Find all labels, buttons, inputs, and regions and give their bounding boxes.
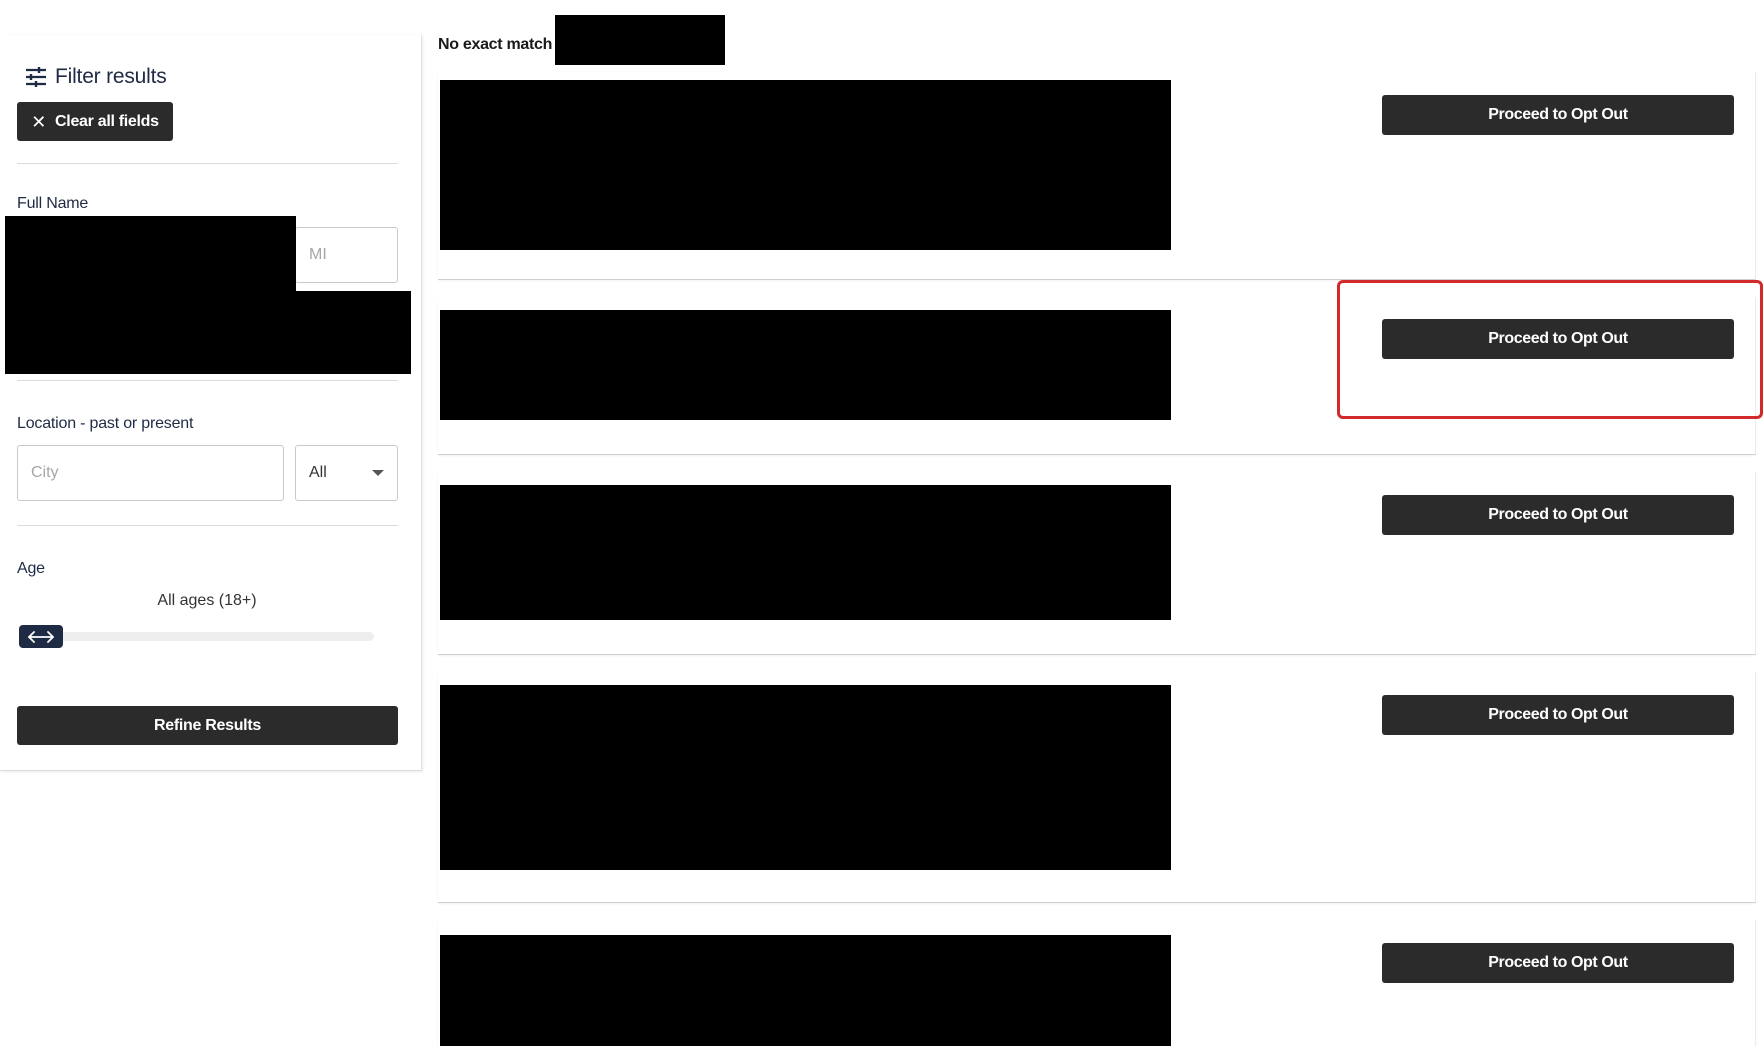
caret-down-icon	[372, 470, 384, 476]
age-range-value: All ages (18+)	[157, 592, 257, 609]
proceed-to-opt-out-button[interactable]: Proceed to Opt Out	[1382, 943, 1734, 983]
filter-sidebar: Filter results ✕ Clear all fields Full N…	[0, 35, 422, 771]
redacted-result-details	[440, 485, 1171, 620]
state-select-value: All	[309, 464, 327, 481]
location-label: Location - past or present	[17, 415, 194, 432]
age-label: Age	[17, 560, 45, 577]
filter-title: Filter results	[55, 65, 167, 88]
proceed-to-opt-out-button[interactable]: Proceed to Opt Out	[1382, 495, 1734, 535]
clear-all-fields-button[interactable]: ✕ Clear all fields	[17, 102, 173, 141]
result-card: Proceed to Opt Out	[438, 920, 1756, 1046]
redacted-last-name	[5, 291, 411, 374]
close-icon: ✕	[31, 111, 47, 132]
refine-results-button[interactable]: Refine Results	[17, 706, 398, 745]
proceed-to-opt-out-button[interactable]: Proceed to Opt Out	[1382, 319, 1734, 359]
redacted-result-details	[440, 685, 1171, 870]
result-card: Proceed to Opt Out	[438, 672, 1756, 903]
age-slider-track[interactable]	[19, 632, 374, 641]
clear-all-fields-label: Clear all fields	[55, 112, 159, 130]
full-name-label: Full Name	[17, 195, 89, 212]
city-input[interactable]	[17, 445, 284, 501]
redacted-first-name	[5, 216, 296, 292]
no-match-message: No exact match f	[438, 36, 562, 53]
result-card: Proceed to Opt Out	[438, 472, 1756, 655]
result-card: Proceed to Opt Out	[438, 72, 1756, 280]
redacted-result-details	[440, 80, 1171, 250]
middle-initial-input[interactable]	[295, 227, 398, 283]
redacted-search-name	[555, 15, 725, 65]
result-card: Proceed to Opt Out	[438, 297, 1756, 455]
divider	[17, 163, 398, 164]
filter-header: Filter results	[25, 65, 167, 89]
state-select[interactable]: All	[295, 445, 398, 501]
proceed-to-opt-out-button[interactable]: Proceed to Opt Out	[1382, 695, 1734, 735]
page: Filter results ✕ Clear all fields Full N…	[0, 0, 1763, 1046]
left-right-arrow-icon	[28, 630, 54, 643]
redacted-result-details	[440, 310, 1171, 420]
sliders-icon	[25, 66, 47, 88]
divider	[17, 525, 398, 526]
divider	[17, 380, 398, 381]
proceed-to-opt-out-button[interactable]: Proceed to Opt Out	[1382, 95, 1734, 135]
age-slider-handle[interactable]	[19, 625, 63, 648]
redacted-result-details	[440, 935, 1171, 1046]
